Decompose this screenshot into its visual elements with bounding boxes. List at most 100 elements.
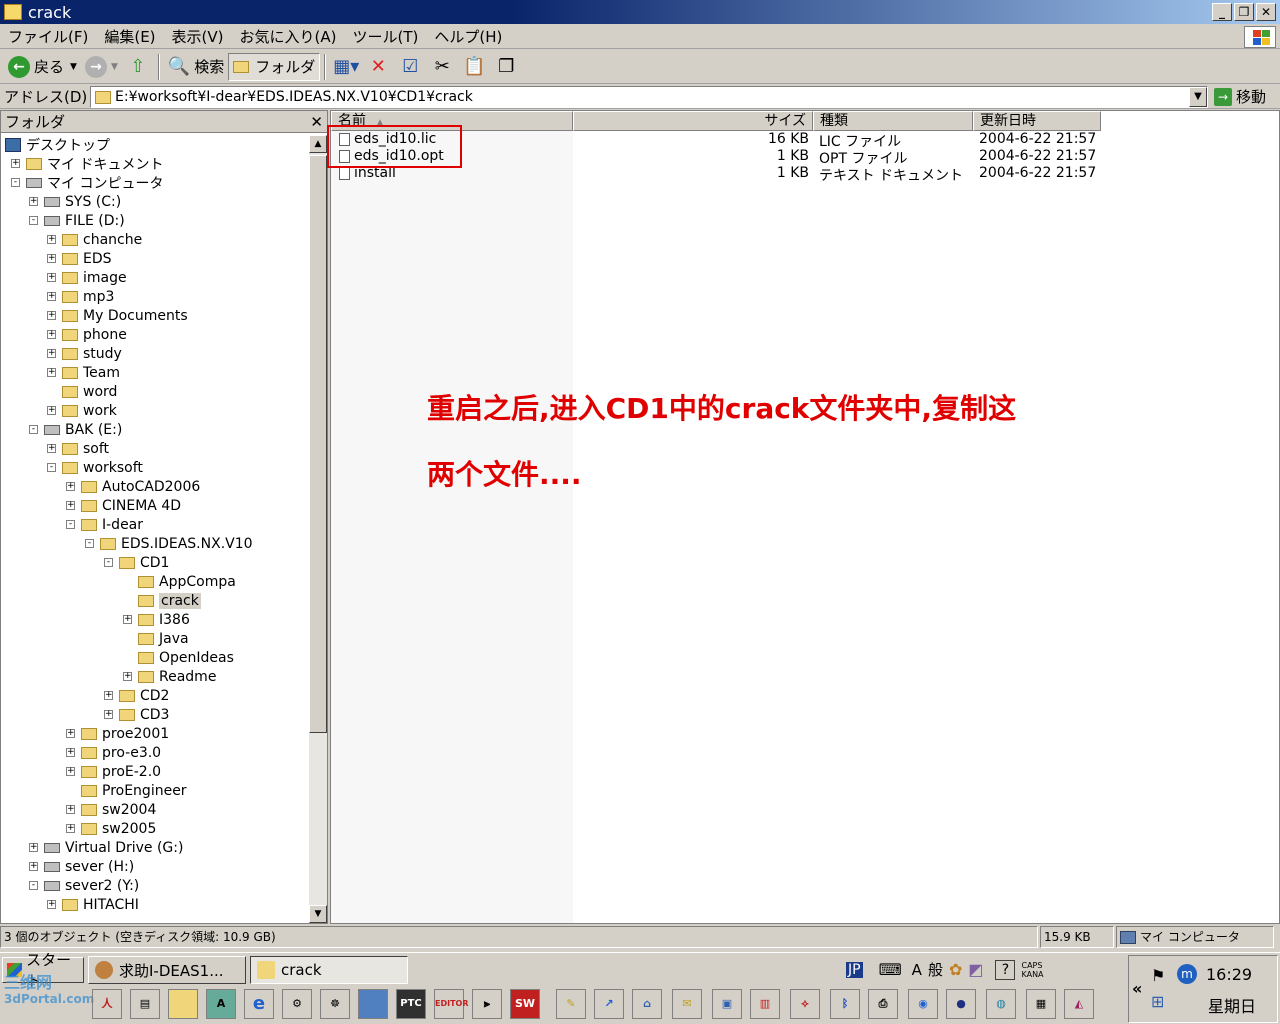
menu-edit[interactable]: 編集(E) bbox=[96, 26, 163, 47]
collapse-icon[interactable]: - bbox=[29, 216, 38, 225]
scroll-thumb[interactable] bbox=[309, 155, 327, 733]
expand-icon[interactable]: + bbox=[47, 349, 56, 358]
tree-node[interactable]: - BAK (E:) bbox=[29, 420, 122, 439]
forward-dropdown-icon[interactable]: ▼ bbox=[111, 62, 118, 72]
clock[interactable]: 16:29 bbox=[1206, 965, 1252, 984]
quicklaunch-icon[interactable]: ◉ bbox=[908, 989, 938, 1019]
quicklaunch-icon[interactable]: ▤ bbox=[130, 989, 160, 1019]
tray-m-icon[interactable]: m bbox=[1177, 964, 1197, 984]
internet-explorer-icon[interactable]: e bbox=[244, 989, 274, 1019]
tree-node[interactable]: + SYS (C:) bbox=[29, 192, 121, 211]
tree-node[interactable]: - worksoft bbox=[47, 458, 143, 477]
quicklaunch-icon[interactable]: ▣ bbox=[712, 989, 742, 1019]
quicklaunch-icon[interactable]: ✉ bbox=[672, 989, 702, 1019]
ime-mode-kanji[interactable]: 般 bbox=[928, 959, 943, 980]
expand-icon[interactable]: + bbox=[47, 330, 56, 339]
quicklaunch-icon[interactable]: ✎ bbox=[556, 989, 586, 1019]
quicklaunch-icon[interactable]: ◭ bbox=[1064, 989, 1094, 1019]
quicklaunch-folder-icon[interactable] bbox=[168, 989, 198, 1019]
menu-favorites[interactable]: お気に入り(A) bbox=[232, 26, 345, 47]
tree-node[interactable]: + CINEMA 4D bbox=[66, 496, 181, 515]
tree-node[interactable]: + Readme bbox=[123, 667, 216, 686]
scroll-down-icon[interactable]: ▼ bbox=[309, 905, 327, 923]
back-button[interactable]: ← 戻る ▼ bbox=[4, 53, 81, 81]
expand-icon[interactable]: + bbox=[66, 767, 75, 776]
globe-icon[interactable]: ◍ bbox=[986, 989, 1016, 1019]
collapse-icon[interactable]: - bbox=[104, 558, 113, 567]
expand-icon[interactable]: + bbox=[66, 482, 75, 491]
tree-node[interactable]: + I386 bbox=[123, 610, 190, 629]
expand-icon[interactable]: + bbox=[29, 197, 38, 206]
ime-mode-a[interactable]: A bbox=[912, 961, 922, 979]
minimize-button[interactable]: _ bbox=[1212, 3, 1232, 21]
expand-icon[interactable]: + bbox=[47, 292, 56, 301]
tree-node[interactable]: + AutoCAD2006 bbox=[66, 477, 200, 496]
maximize-button[interactable]: ❐ bbox=[1234, 3, 1254, 21]
back-dropdown-icon[interactable]: ▼ bbox=[70, 62, 77, 72]
tree-node[interactable]: + phone bbox=[47, 325, 127, 344]
tree-node[interactable]: + sever (H:) bbox=[29, 857, 134, 876]
tree-node[interactable]: - マイ コンピュータ bbox=[11, 173, 163, 192]
delete-icon[interactable]: ✕ bbox=[366, 55, 390, 79]
scroll-up-icon[interactable]: ▲ bbox=[309, 135, 327, 153]
tree-node[interactable]: + Team bbox=[47, 363, 120, 382]
column-header-type[interactable]: 種類 bbox=[813, 111, 973, 131]
tree-node[interactable]: crack bbox=[138, 591, 201, 610]
expand-icon[interactable]: + bbox=[47, 368, 56, 377]
tree-node[interactable]: + work bbox=[47, 401, 117, 420]
ime-pad-icon[interactable]: ✿ bbox=[949, 960, 962, 979]
help-icon[interactable]: ? bbox=[995, 959, 1016, 980]
views-icon[interactable]: ▦▾ bbox=[333, 55, 359, 79]
bluetooth-icon[interactable]: ᛒ bbox=[830, 989, 860, 1019]
collapse-icon[interactable]: - bbox=[47, 463, 56, 472]
cut-icon[interactable]: ✂ bbox=[430, 55, 454, 79]
expand-icon[interactable]: + bbox=[47, 273, 56, 282]
expand-icon[interactable]: + bbox=[66, 824, 75, 833]
tree-node[interactable]: + CD2 bbox=[104, 686, 169, 705]
column-header-size[interactable]: サイズ bbox=[573, 111, 813, 131]
tree-node[interactable]: + image bbox=[47, 268, 127, 287]
expand-icon[interactable]: + bbox=[47, 311, 56, 320]
go-button[interactable]: → 移動 bbox=[1214, 86, 1266, 107]
quicklaunch-icon[interactable]: ☸ bbox=[320, 989, 350, 1019]
tree-node[interactable]: - I-dear bbox=[66, 515, 143, 534]
network-icon[interactable]: ⌂ bbox=[632, 989, 662, 1019]
expand-icon[interactable]: + bbox=[47, 235, 56, 244]
close-icon[interactable]: ✕ bbox=[310, 113, 323, 131]
close-button[interactable]: ✕ bbox=[1256, 3, 1276, 21]
paste-icon[interactable]: 📋 bbox=[462, 55, 486, 79]
collapse-icon[interactable]: - bbox=[29, 881, 38, 890]
quicklaunch-icon[interactable]: ⟡ bbox=[790, 989, 820, 1019]
up-folder-icon[interactable]: ⇧ bbox=[126, 55, 150, 79]
expand-icon[interactable]: + bbox=[104, 691, 113, 700]
task-button-forum[interactable]: 求助I-DEAS1... bbox=[88, 956, 246, 984]
tree-node[interactable]: + pro-e3.0 bbox=[66, 743, 161, 762]
tree-node[interactable]: + sw2004 bbox=[66, 800, 156, 819]
column-header-modified[interactable]: 更新日時 bbox=[973, 111, 1101, 131]
ime-lang[interactable]: JP bbox=[846, 961, 863, 978]
address-dropdown-icon[interactable]: ▼ bbox=[1189, 87, 1207, 107]
expand-icon[interactable]: + bbox=[66, 501, 75, 510]
collapse-icon[interactable]: - bbox=[85, 539, 94, 548]
editor-icon[interactable]: EDITOR bbox=[434, 989, 469, 1019]
quicklaunch-icon[interactable]: ↗ bbox=[594, 989, 624, 1019]
tree-node[interactable]: + study bbox=[47, 344, 122, 363]
tree-node[interactable]: Java bbox=[138, 629, 189, 648]
printer-icon[interactable]: ⎙ bbox=[868, 989, 898, 1019]
collapse-icon[interactable]: - bbox=[66, 520, 75, 529]
address-input[interactable]: E:¥worksoft¥I-dear¥EDS.IDEAS.NX.V10¥CD1¥… bbox=[90, 86, 1208, 108]
expand-icon[interactable]: + bbox=[47, 444, 56, 453]
tree-node[interactable]: OpenIdeas bbox=[138, 648, 234, 667]
tree-node[interactable]: ProEngineer bbox=[81, 781, 187, 800]
tree-node[interactable]: - EDS.IDEAS.NX.V10 bbox=[85, 534, 253, 553]
quicklaunch-icon[interactable]: ● bbox=[946, 989, 976, 1019]
network-tray-icon[interactable]: ⊞ bbox=[1151, 992, 1164, 1011]
expand-icon[interactable]: + bbox=[104, 710, 113, 719]
calculator-icon[interactable]: ▦ bbox=[1026, 989, 1056, 1019]
tree-node[interactable]: + proe2001 bbox=[66, 724, 169, 743]
forward-button[interactable]: → ▼ bbox=[81, 53, 122, 81]
tree-node[interactable]: + Virtual Drive (G:) bbox=[29, 838, 183, 857]
solidworks-icon[interactable]: SW bbox=[510, 989, 540, 1019]
tree-node[interactable]: + CD3 bbox=[104, 705, 169, 724]
ptc-icon[interactable]: PTC bbox=[396, 989, 426, 1019]
